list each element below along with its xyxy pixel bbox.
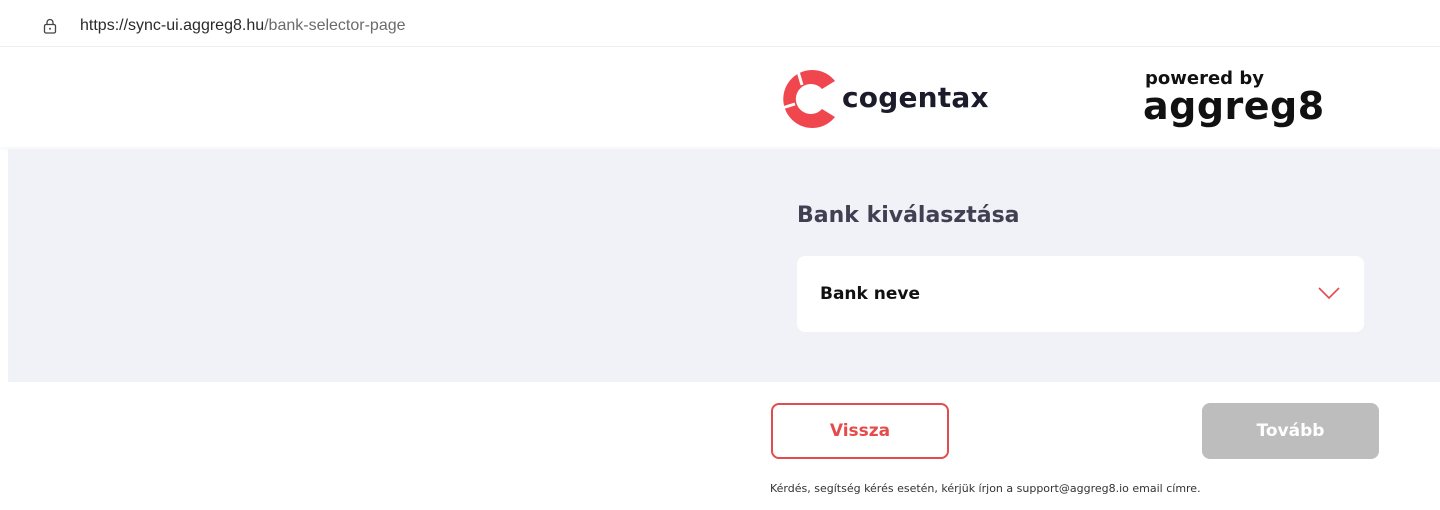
- back-button[interactable]: Vissza: [771, 403, 949, 459]
- brand-name: cogentax: [842, 81, 989, 114]
- chevron-down-icon: [1318, 287, 1340, 300]
- browser-address-bar: https://sync-ui.aggreg8.hu/bank-selector…: [0, 0, 1440, 47]
- bank-select-value: Bank neve: [820, 284, 920, 304]
- bank-select-dropdown[interactable]: Bank neve: [797, 256, 1364, 332]
- url-text[interactable]: https://sync-ui.aggreg8.hu/bank-selector…: [80, 17, 406, 35]
- page-title: Bank kiválasztása: [797, 203, 1020, 228]
- next-button[interactable]: Tovább: [1202, 403, 1379, 459]
- cogentax-logo-icon: [778, 67, 835, 128]
- lock-icon[interactable]: [42, 18, 58, 34]
- url-path: /bank-selector-page: [264, 17, 406, 34]
- partner-logo-text: aggreg8: [1143, 84, 1325, 128]
- url-host: https://sync-ui.aggreg8.hu: [80, 17, 265, 34]
- support-help-text: Kérdés, segítség kérés esetén, kérjük ír…: [770, 482, 1201, 495]
